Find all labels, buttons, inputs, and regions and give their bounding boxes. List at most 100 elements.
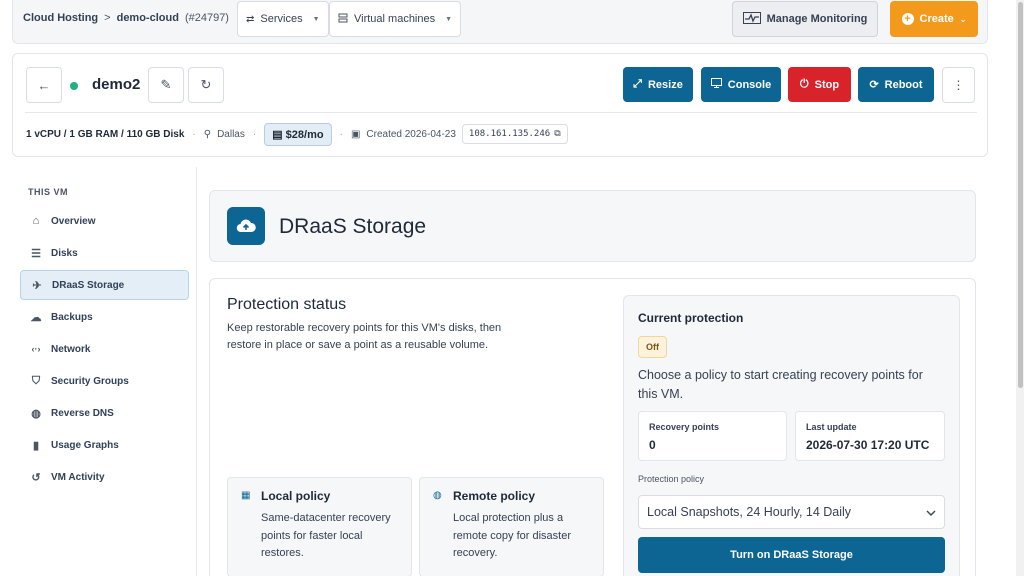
reboot-button[interactable]: ⟳ Reboot xyxy=(858,67,934,102)
monitor-icon xyxy=(710,78,722,91)
virtual-machines-dropdown[interactable]: Virtual machines ▼ xyxy=(329,1,462,37)
manage-monitoring-label: Manage Monitoring xyxy=(766,13,868,25)
sidebar-item-label: Usage Graphs xyxy=(51,439,119,451)
protection-policy-value: Local Snapshots, 24 Hourly, 14 Daily xyxy=(647,505,852,519)
vm-name: demo2 xyxy=(92,76,141,93)
resize-icon: ⤢ xyxy=(633,78,642,90)
sidebar-item-vm-activity[interactable]: ↺ VM Activity xyxy=(20,462,189,492)
globe-icon: ◍ xyxy=(433,490,442,501)
disks-icon: ☰ xyxy=(31,247,41,260)
local-policy-description: Same-datacenter recovery points for fast… xyxy=(261,512,391,559)
local-policy-card: ▦ Local policy Same-datacenter recovery … xyxy=(227,477,412,576)
globe-icon: ◍ xyxy=(31,407,41,420)
sidebar-item-security-groups[interactable]: ⛉ Security Groups xyxy=(20,366,189,396)
receipt-icon: ▤ xyxy=(272,128,283,141)
turn-on-draas-button[interactable]: Turn on DRaaS Storage xyxy=(638,537,945,573)
chevron-down-icon: ⌄ xyxy=(959,14,967,24)
price-value: $28/mo xyxy=(285,128,324,141)
cloud-upload-icon xyxy=(227,207,265,245)
status-badge: Off xyxy=(638,336,667,358)
sidebar-item-overview[interactable]: ⌂ Overview xyxy=(20,206,189,236)
divider xyxy=(25,112,977,113)
ip-address-box[interactable]: 108.161.135.246 ⧉ xyxy=(461,124,568,144)
sidebar-title: THIS VM xyxy=(28,187,69,197)
current-protection-card: Current protection Off Choose a policy t… xyxy=(623,295,960,576)
last-update-value: 2026-07-30 17:20 UTC xyxy=(806,438,930,452)
breadcrumb-separator: > xyxy=(104,12,111,24)
power-icon: ⏻ xyxy=(799,78,809,90)
calendar-icon: ▣ xyxy=(350,128,361,140)
plus-icon: + xyxy=(901,13,914,25)
edit-name-button[interactable]: ✎ xyxy=(148,67,184,103)
separator-dot: · xyxy=(192,128,196,140)
breadcrumb-id: (#24797) xyxy=(184,12,229,24)
sidebar-item-usage-graphs[interactable]: ▮ Usage Graphs xyxy=(20,430,189,460)
sidebar-item-label: DRaaS Storage xyxy=(52,279,125,291)
separator-dot: · xyxy=(252,128,257,140)
remote-policy-card: ◍ Remote policy Local protection plus a … xyxy=(419,477,604,576)
page-title: DRaaS Storage xyxy=(279,215,427,238)
vm-header-card: ← demo2 ✎ ↻ ⤢ Resize Console ⏻ Stop ⟳ Re… xyxy=(12,53,988,157)
monitor-pulse-icon xyxy=(742,11,761,27)
scrollbar-thumb[interactable] xyxy=(1018,2,1023,388)
console-button[interactable]: Console xyxy=(701,67,781,102)
vm-spec-row: 1 vCPU / 1 GB RAM / 110 GB Disk · ⚲ Dall… xyxy=(26,122,568,146)
shield-icon: ⛉ xyxy=(31,374,41,387)
local-policy-title: Local policy xyxy=(261,489,331,503)
bar-chart-icon: ▮ xyxy=(32,439,40,452)
services-dropdown[interactable]: ⇄ Services ▼ xyxy=(237,1,329,37)
virtual-machines-label: Virtual machines xyxy=(354,13,436,25)
server-icon xyxy=(338,13,348,26)
draas-header: DRaaS Storage xyxy=(209,190,976,262)
sidebar-item-label: Backups xyxy=(51,311,93,323)
status-indicator xyxy=(70,82,78,90)
last-update-label: Last update xyxy=(806,422,857,432)
network-icon: ‹·› xyxy=(31,344,41,354)
breadcrumb-current[interactable]: demo-cloud xyxy=(117,12,179,24)
arrow-left-icon: ← xyxy=(37,77,51,93)
sidebar-item-backups[interactable]: ☁ Backups xyxy=(20,302,189,332)
sidebar-item-label: Overview xyxy=(51,215,96,227)
history-icon: ↺ xyxy=(31,471,41,484)
kebab-icon: ⋮ xyxy=(952,78,965,92)
swap-icon: ⇄ xyxy=(246,13,255,25)
home-icon: ⌂ xyxy=(32,215,40,227)
stop-label: Stop xyxy=(814,78,840,91)
breadcrumb-root[interactable]: Cloud Hosting xyxy=(23,12,98,24)
sidebar-item-reverse-dns[interactable]: ◍ Reverse DNS xyxy=(20,398,189,428)
recovery-points-stat: Recovery points 0 xyxy=(638,411,787,461)
chevron-down-icon: ▼ xyxy=(445,15,453,23)
protection-panel: Protection status Keep restorable recove… xyxy=(209,278,976,576)
create-button[interactable]: + Create ⌄ xyxy=(890,1,978,37)
chevron-down-icon xyxy=(926,505,936,519)
sidebar-item-disks[interactable]: ☰ Disks xyxy=(20,238,189,268)
refresh-button[interactable]: ↻ xyxy=(188,67,224,103)
resize-label: Resize xyxy=(647,78,683,91)
chevron-down-icon: ▼ xyxy=(312,15,320,23)
price-badge: ▤ $28/mo xyxy=(264,122,332,146)
console-label: Console xyxy=(727,78,772,91)
stop-button[interactable]: ⏻ Stop xyxy=(788,67,851,102)
protection-policy-select[interactable]: Local Snapshots, 24 Hourly, 14 Daily xyxy=(638,495,945,529)
back-button[interactable]: ← xyxy=(26,67,62,103)
sidebar-item-network[interactable]: ‹·› Network xyxy=(20,334,189,364)
remote-policy-description: Local protection plus a remote copy for … xyxy=(453,512,571,559)
protection-status-title: Protection status xyxy=(227,296,347,313)
remote-policy-title: Remote policy xyxy=(453,489,536,503)
current-protection-title: Current protection xyxy=(638,311,744,325)
protection-policy-label: Protection policy xyxy=(638,474,705,484)
sidebar-item-label: Network xyxy=(51,343,91,355)
copy-icon[interactable]: ⧉ xyxy=(554,129,560,139)
services-label: Services xyxy=(260,13,303,25)
resize-button[interactable]: ⤢ Resize xyxy=(623,67,693,102)
separator-dot: · xyxy=(339,128,343,140)
current-protection-description: Choose a policy to start creating recove… xyxy=(638,368,923,401)
manage-monitoring-button[interactable]: Manage Monitoring xyxy=(732,1,878,37)
sidebar-item-draas-storage[interactable]: ✈ DRaaS Storage xyxy=(20,270,189,300)
more-options-button[interactable]: ⋮ xyxy=(942,67,975,103)
created-date: Created 2026-04-23 xyxy=(366,128,456,140)
create-label: Create xyxy=(919,13,954,25)
sidebar-item-label: Reverse DNS xyxy=(51,407,114,419)
sidebar-item-label: VM Activity xyxy=(51,471,105,483)
ip-address: 108.161.135.246 xyxy=(468,129,551,139)
